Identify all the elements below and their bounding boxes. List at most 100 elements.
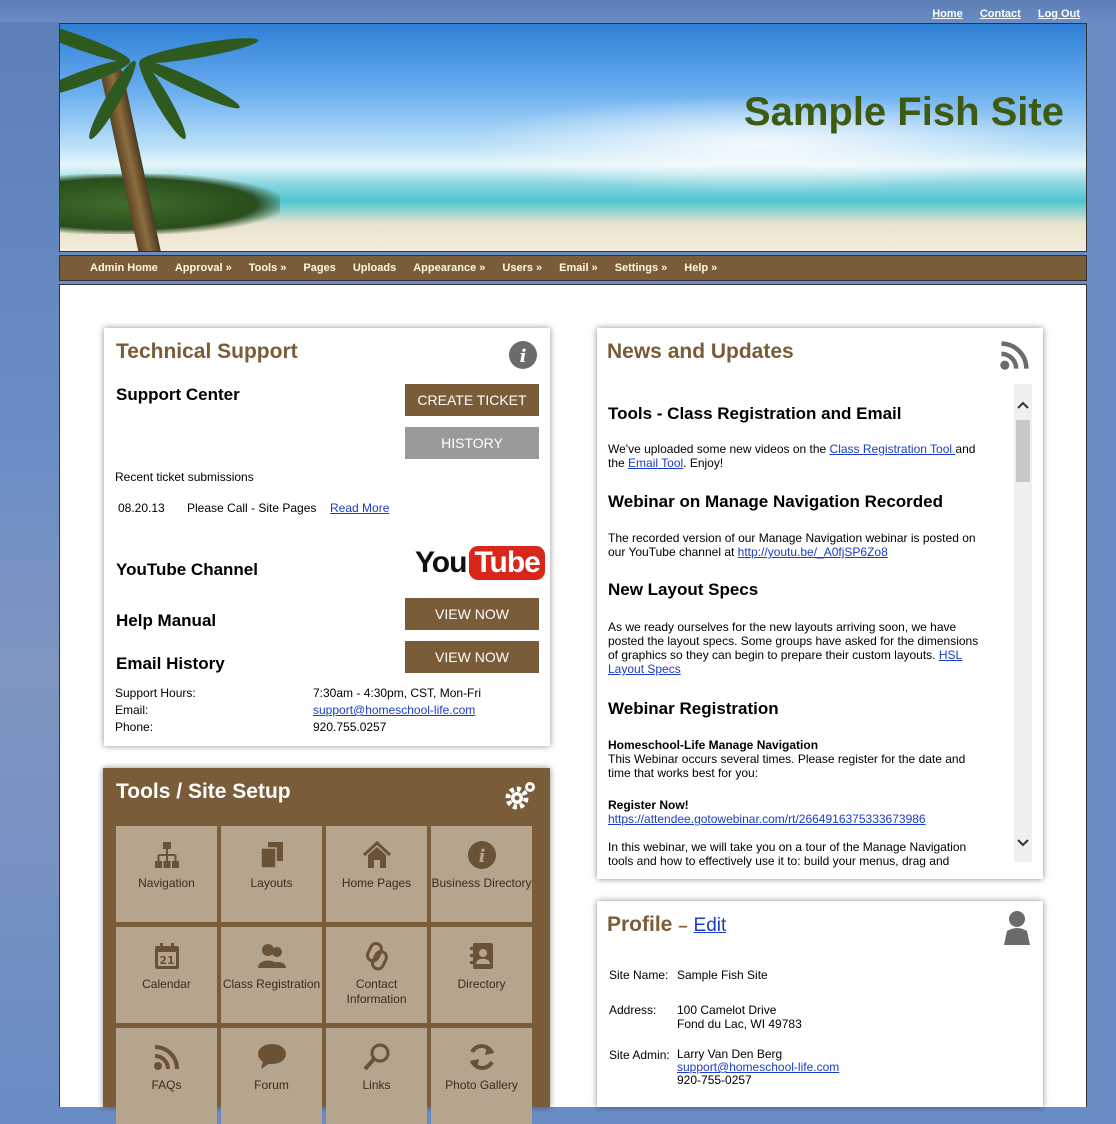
search-icon xyxy=(363,1043,389,1071)
panel-title: Profile xyxy=(607,913,673,936)
nav-uploads[interactable]: Uploads xyxy=(353,262,396,274)
address-value: 100 Camelot Drive Fond du Lac, WI 49783 xyxy=(677,1003,802,1031)
help-manual-heading: Help Manual xyxy=(116,611,217,630)
news-paragraph: In this webinar, we will take you on a t… xyxy=(608,840,966,868)
news-paragraph: We've uploaded some new videos on the Cl… xyxy=(608,442,975,470)
tool-tile-class-registration[interactable]: Class Registration xyxy=(221,927,322,1023)
title-separator: – xyxy=(678,916,688,935)
news-subheading: Homeschool-Life Manage Navigation xyxy=(608,738,819,752)
tool-tile-navigation[interactable]: Navigation xyxy=(116,826,217,922)
webinar-register-link[interactable]: https://attendee.gotowebinar.com/rt/2664… xyxy=(608,812,926,826)
admin-email-link[interactable]: support@homeschool-life.com xyxy=(677,1060,839,1074)
address-line: 100 Camelot Drive xyxy=(677,1003,777,1017)
scrollbar-thumb[interactable] xyxy=(1016,420,1030,482)
nav-admin-home[interactable]: Admin Home xyxy=(90,262,158,274)
site-admin-label: Site Admin: xyxy=(609,1048,670,1062)
youtube-logo-tube: Tube xyxy=(469,546,545,580)
help-manual-view-button[interactable]: VIEW NOW xyxy=(405,598,539,630)
tool-tile-photo-gallery[interactable]: Photo Gallery xyxy=(431,1028,532,1124)
tool-tile-business-directory[interactable]: i Business Directory xyxy=(431,826,532,922)
create-ticket-button[interactable]: CREATE TICKET xyxy=(405,384,539,416)
svg-text:i: i xyxy=(478,846,485,867)
news-text: the xyxy=(608,456,629,470)
rss-icon[interactable] xyxy=(998,338,1032,372)
tool-tile-calendar[interactable]: 21 Calendar xyxy=(116,927,217,1023)
news-scrollbar[interactable] xyxy=(1014,384,1032,862)
tool-tile-layouts[interactable]: Layouts xyxy=(221,826,322,922)
tool-tile-contact-information[interactable]: Contact Information xyxy=(326,927,427,1023)
tile-label: Layouts xyxy=(250,876,293,890)
news-paragraph: The recorded version of our Manage Navig… xyxy=(608,531,976,559)
email-history-heading: Email History xyxy=(116,654,225,673)
email-history-view-button[interactable]: VIEW NOW xyxy=(405,641,539,673)
news-text: our YouTube channel at xyxy=(608,545,738,559)
nav-email[interactable]: Email » xyxy=(559,262,598,274)
rss-icon xyxy=(153,1045,179,1070)
news-text: This Webinar occurs several times. Pleas… xyxy=(608,752,966,766)
tile-label: Business Directory xyxy=(431,876,532,890)
tool-tile-home-pages[interactable]: Home Pages xyxy=(326,826,427,922)
youtube-channel-heading: YouTube Channel xyxy=(116,560,258,579)
tile-label: Home Pages xyxy=(341,876,412,890)
news-paragraph: Homeschool-Life Manage Navigation This W… xyxy=(608,738,965,780)
nav-settings[interactable]: Settings » xyxy=(615,262,668,274)
youtube-video-link[interactable]: http://youtu.be/_A0fjSP6Zo8 xyxy=(738,545,888,559)
history-button[interactable]: HISTORY xyxy=(405,427,539,459)
tool-tile-forum[interactable]: Forum xyxy=(221,1028,322,1124)
news-paragraph: As we ready ourselves for the new layout… xyxy=(608,620,978,676)
top-bar: Home Contact Log Out xyxy=(0,0,1116,22)
chevron-down-icon[interactable] xyxy=(1017,838,1029,848)
info-icon: i xyxy=(509,341,537,369)
site-banner: Sample Fish Site xyxy=(59,23,1087,252)
phone-value: 920.755.0257 xyxy=(313,720,387,734)
tool-tile-faqs[interactable]: FAQs xyxy=(116,1028,217,1124)
nav-appearance[interactable]: Appearance » xyxy=(413,262,485,274)
logout-link[interactable]: Log Out xyxy=(1038,8,1080,20)
tool-tile-directory[interactable]: Directory xyxy=(431,927,532,1023)
chevron-up-icon[interactable] xyxy=(1017,400,1029,410)
address-label: Address: xyxy=(609,1003,657,1017)
tile-label: Forum xyxy=(254,1078,289,1092)
news-subheading: Register Now! xyxy=(608,798,689,812)
tile-label: Directory xyxy=(457,977,506,991)
news-text: time that works best for you: xyxy=(608,766,759,780)
news-heading: Webinar on Manage Navigation Recorded xyxy=(608,492,944,511)
tile-label: Links xyxy=(362,1078,391,1092)
news-text: As we ready ourselves for the new layout… xyxy=(608,620,957,634)
nav-approval[interactable]: Approval » xyxy=(175,262,232,274)
nav-tools[interactable]: Tools » xyxy=(249,262,287,274)
calendar-icon: 21 xyxy=(154,943,179,969)
profile-header: Profile – Edit xyxy=(607,913,726,937)
profile-edit-link[interactable]: Edit xyxy=(694,915,727,936)
contact-link[interactable]: Contact xyxy=(980,8,1021,20)
tile-label: Contact Information xyxy=(346,977,407,1006)
address-book-icon xyxy=(469,943,493,969)
youtube-logo[interactable]: You Tube xyxy=(415,540,545,586)
recent-tickets-label: Recent ticket submissions xyxy=(115,470,254,484)
support-hours-value: 7:30am - 4:30pm, CST, Mon-Fri xyxy=(313,686,482,700)
tool-tile-links[interactable]: Links xyxy=(326,1028,427,1124)
youtube-logo-you: You xyxy=(415,546,467,579)
email-tool-link[interactable]: Email Tool xyxy=(628,456,683,470)
support-email-link[interactable]: support@homeschool-life.com xyxy=(313,703,475,717)
refresh-icon xyxy=(469,1044,494,1070)
nav-pages[interactable]: Pages xyxy=(303,262,335,274)
site-name-label: Site Name: xyxy=(609,968,669,982)
info-icon: i xyxy=(467,841,496,869)
panel-title: Tools / Site Setup xyxy=(116,780,291,803)
palm-leaf xyxy=(60,24,133,68)
read-more-link[interactable]: Read More xyxy=(330,501,389,515)
class-registration-tool-link[interactable]: Class Registration Tool xyxy=(830,442,956,456)
ticket-text: Please Call - Site Pages xyxy=(187,501,317,515)
news-updates-panel: News and Updates Tools - Class Registrat… xyxy=(597,328,1043,879)
nav-help[interactable]: Help » xyxy=(684,262,717,274)
link-icon xyxy=(365,942,388,971)
user-icon xyxy=(1004,911,1030,945)
hsl-layout-specs-link[interactable]: HSL xyxy=(939,648,962,662)
home-link[interactable]: Home xyxy=(932,8,963,20)
nav-users[interactable]: Users » xyxy=(502,262,542,274)
top-links: Home Contact Log Out xyxy=(918,8,1080,20)
email-label: Email: xyxy=(115,703,149,717)
hsl-layout-specs-link[interactable]: Layout Specs xyxy=(608,662,681,676)
support-center-heading: Support Center xyxy=(116,385,240,404)
